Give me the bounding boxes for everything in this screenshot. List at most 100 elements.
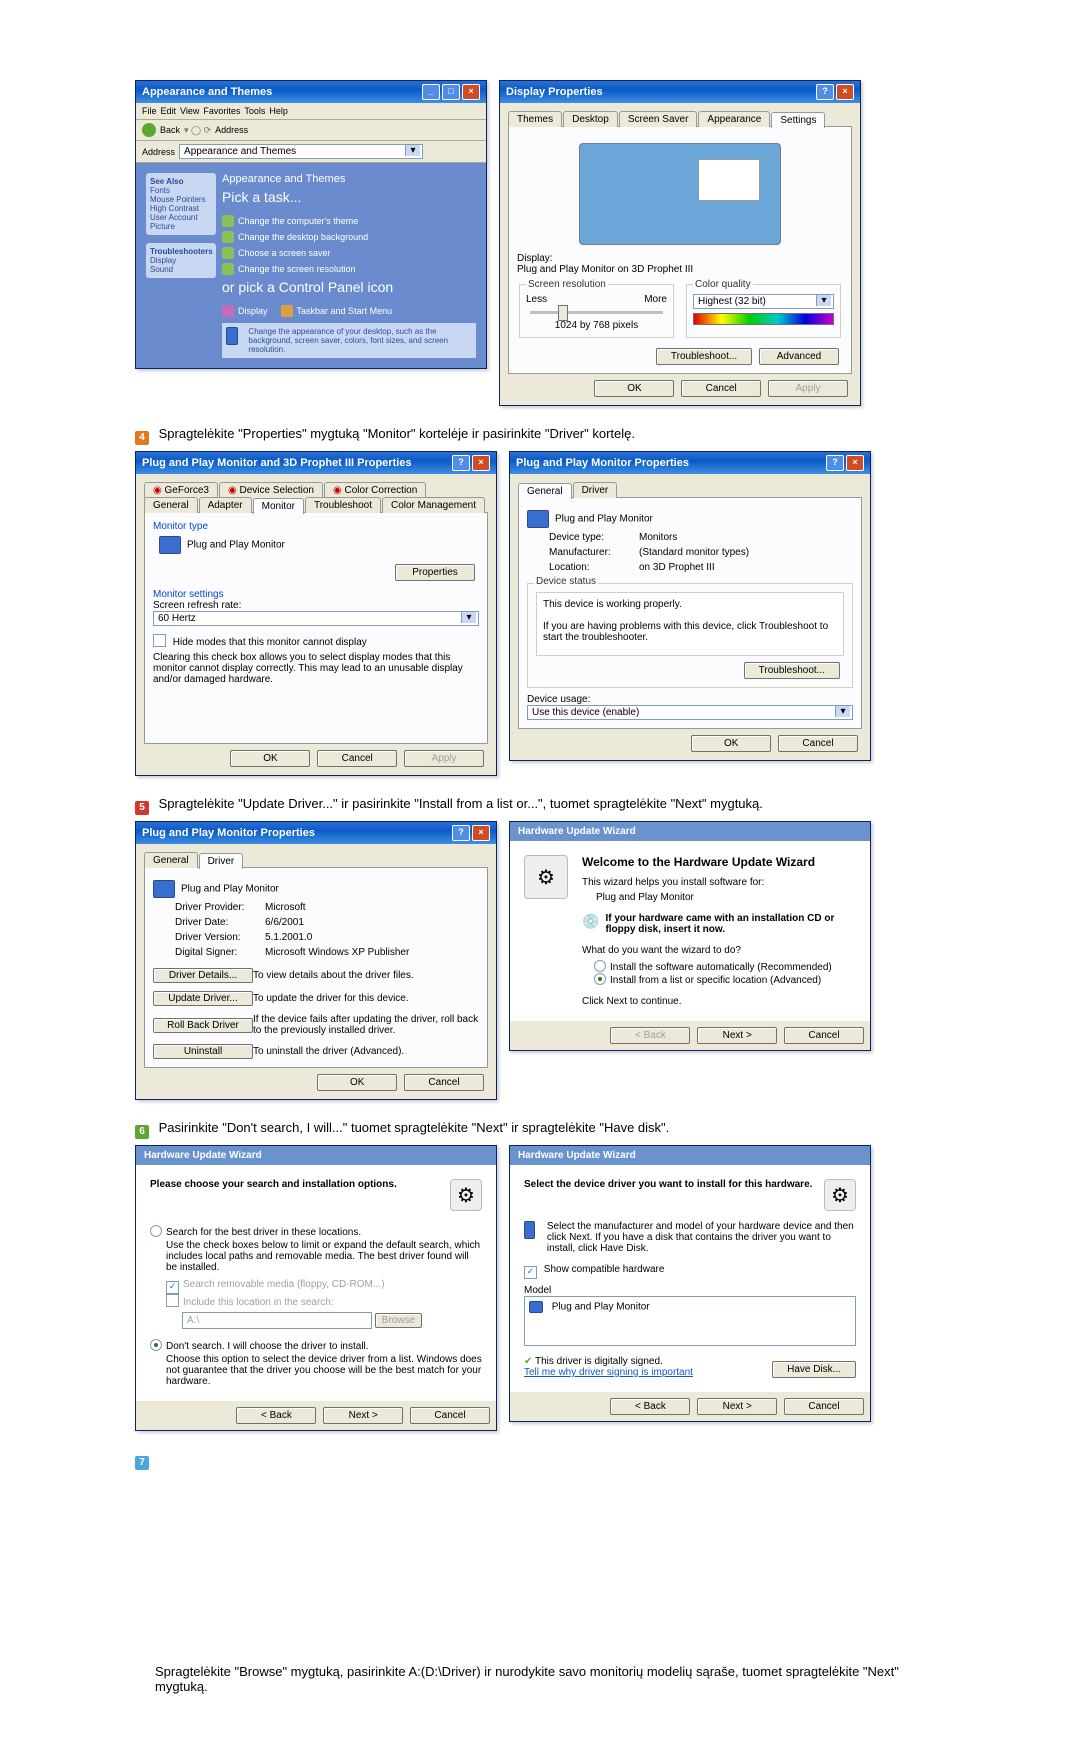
cpl-display[interactable]: Display Taskbar and Start Menu	[222, 305, 476, 317]
menu-view[interactable]: View	[180, 106, 199, 116]
rollback-button[interactable]: Roll Back Driver	[153, 1018, 253, 1033]
devtype-l: Device type:	[549, 532, 639, 543]
hide-modes-checkbox[interactable]	[153, 634, 166, 647]
see-also-uap[interactable]: User Account Picture	[150, 213, 198, 231]
update-driver-button[interactable]: Update Driver...	[153, 991, 253, 1006]
troubleshoot-button[interactable]: Troubleshoot...	[656, 348, 752, 365]
apply-button[interactable]: Apply	[404, 750, 484, 767]
cancel-button[interactable]: Cancel	[784, 1398, 864, 1415]
tab-troubleshoot[interactable]: Troubleshoot	[305, 497, 381, 513]
cancel-button[interactable]: Cancel	[778, 735, 858, 752]
trb-display[interactable]: Display	[150, 256, 176, 265]
display-props-titlebar[interactable]: Display Properties ? ×	[500, 81, 860, 103]
task-theme[interactable]: Change the computer's theme	[222, 215, 476, 227]
next-button[interactable]: Next >	[697, 1398, 777, 1415]
help-icon[interactable]: ?	[816, 84, 834, 100]
see-also-fonts[interactable]: Fonts	[150, 186, 170, 195]
menu-edit[interactable]: Edit	[161, 106, 177, 116]
ok-button[interactable]: OK	[691, 735, 771, 752]
close-icon[interactable]: ×	[836, 84, 854, 100]
appearance-titlebar[interactable]: Appearance and Themes _ □ ×	[136, 81, 486, 103]
address-field[interactable]: Appearance and Themes	[179, 144, 423, 159]
tab-general[interactable]: General	[144, 852, 198, 868]
troubleshoot-button[interactable]: Troubleshoot...	[744, 662, 840, 679]
tab-settings[interactable]: Settings	[771, 112, 825, 128]
apply-button[interactable]: Apply	[768, 380, 848, 397]
maximize-icon[interactable]: □	[442, 84, 460, 100]
close-icon[interactable]: ×	[462, 84, 480, 100]
opt-auto-radio[interactable]	[594, 960, 606, 972]
ok-button[interactable]: OK	[594, 380, 674, 397]
step-badge-6: 6	[135, 1125, 149, 1139]
help-icon[interactable]: ?	[452, 455, 470, 471]
opt-list-radio[interactable]	[594, 973, 606, 985]
back-button[interactable]: < Back	[610, 1027, 690, 1044]
tab-appearance[interactable]: Appearance	[698, 111, 770, 127]
model-list[interactable]: Plug and Play Monitor	[524, 1296, 856, 1346]
cancel-button[interactable]: Cancel	[784, 1027, 864, 1044]
see-also-contrast[interactable]: High Contrast	[150, 204, 199, 213]
tab-driver[interactable]: Driver	[573, 482, 618, 498]
tab-geforce[interactable]: ◉ GeForce3	[144, 482, 218, 498]
cancel-button[interactable]: Cancel	[681, 380, 761, 397]
tab-colorcorr[interactable]: ◉ Color Correction	[324, 482, 426, 498]
help-icon[interactable]: ?	[452, 825, 470, 841]
driver-details-button[interactable]: Driver Details...	[153, 968, 253, 983]
properties-button[interactable]: Properties	[395, 564, 475, 581]
trb-sound[interactable]: Sound	[150, 265, 173, 274]
task-res[interactable]: Change the screen resolution	[222, 263, 476, 275]
hw1-line1: This wizard helps you install software f…	[582, 877, 856, 888]
refresh-select[interactable]: 60 Hertz	[153, 611, 479, 626]
menu-file[interactable]: File	[142, 106, 157, 116]
help-icon[interactable]: ?	[826, 455, 844, 471]
opt-dontsearch-radio[interactable]	[150, 1339, 162, 1351]
task-bg[interactable]: Change the desktop background	[222, 231, 476, 243]
back-button[interactable]: < Back	[610, 1398, 690, 1415]
next-button[interactable]: Next >	[323, 1407, 403, 1424]
opt-search-radio[interactable]	[150, 1225, 162, 1237]
close-icon[interactable]: ×	[472, 825, 490, 841]
back-label[interactable]: Back	[160, 125, 180, 135]
path-input[interactable]: A:\	[182, 1312, 372, 1329]
ok-button[interactable]: OK	[230, 750, 310, 767]
cancel-button[interactable]: Cancel	[404, 1074, 484, 1091]
minimize-icon[interactable]: _	[422, 84, 440, 100]
chk-location[interactable]	[166, 1294, 179, 1307]
resolution-slider[interactable]	[530, 311, 663, 314]
have-disk-button[interactable]: Have Disk...	[772, 1361, 856, 1378]
usage-select[interactable]: Use this device (enable)	[527, 705, 853, 720]
tab-general[interactable]: General	[518, 483, 572, 499]
why-signing-link[interactable]: Tell me why driver signing is important	[524, 1367, 693, 1378]
tab-colormgmt[interactable]: Color Management	[382, 497, 485, 513]
ok-button[interactable]: OK	[317, 1074, 397, 1091]
menu-help[interactable]: Help	[269, 106, 288, 116]
show-compat-checkbox[interactable]: ✓	[524, 1266, 537, 1279]
tab-monitor[interactable]: Monitor	[253, 498, 304, 514]
menu-bar: File Edit View Favorites Tools Help	[136, 103, 486, 120]
cancel-button[interactable]: Cancel	[317, 750, 397, 767]
tab-devsel[interactable]: ◉ Device Selection	[219, 482, 323, 498]
tab-general[interactable]: General	[144, 497, 198, 513]
tab-themes[interactable]: Themes	[508, 111, 562, 127]
see-also-mouse[interactable]: Mouse Pointers	[150, 195, 206, 204]
next-button[interactable]: Next >	[697, 1027, 777, 1044]
color-select[interactable]: Highest (32 bit)	[693, 294, 834, 309]
advanced-button[interactable]: Advanced	[759, 348, 839, 365]
cancel-button[interactable]: Cancel	[410, 1407, 490, 1424]
back-icon[interactable]	[142, 123, 156, 137]
back-button[interactable]: < Back	[236, 1407, 316, 1424]
tab-ss[interactable]: Screen Saver	[619, 111, 698, 127]
chk-removable[interactable]: ✓	[166, 1281, 179, 1294]
uninstall-button[interactable]: Uninstall	[153, 1044, 253, 1059]
tab-driver[interactable]: Driver	[199, 853, 244, 869]
close-icon[interactable]: ×	[472, 455, 490, 471]
task-ss[interactable]: Choose a screen saver	[222, 247, 476, 259]
dont-hint: Choose this option to select the device …	[166, 1354, 482, 1387]
close-icon[interactable]: ×	[846, 455, 864, 471]
tab-adapter[interactable]: Adapter	[199, 497, 252, 513]
model-item[interactable]: Plug and Play Monitor	[552, 1302, 650, 1313]
browse-button[interactable]: Browse	[375, 1313, 422, 1328]
menu-tools[interactable]: Tools	[244, 106, 265, 116]
menu-favorites[interactable]: Favorites	[203, 106, 240, 116]
tab-desktop[interactable]: Desktop	[563, 111, 618, 127]
